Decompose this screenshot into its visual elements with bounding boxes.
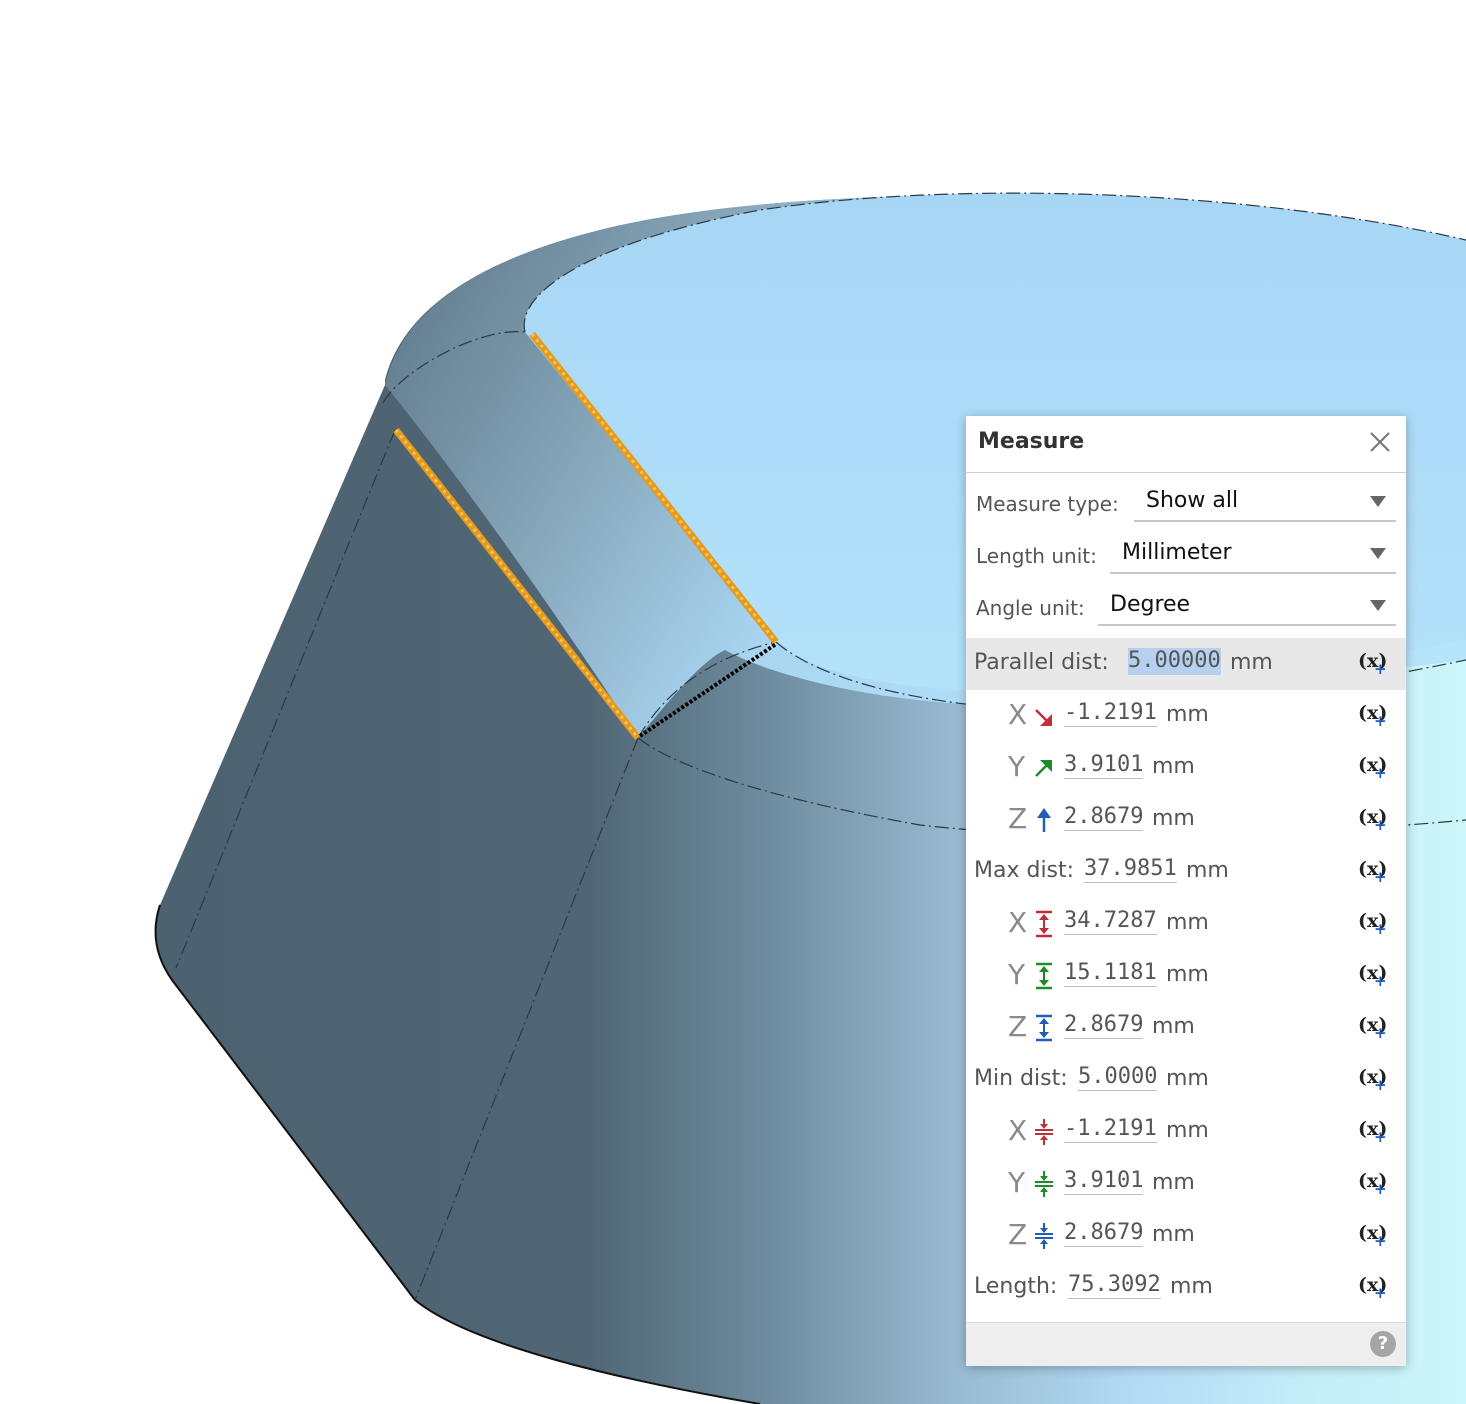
add-variable-button[interactable]: (x) + bbox=[1358, 754, 1390, 784]
chevron-down-icon bbox=[1370, 600, 1386, 611]
add-variable-button[interactable]: (x) + bbox=[1358, 858, 1390, 888]
measure-panel: Measure Measure type: Show all Length un… bbox=[966, 416, 1406, 1366]
unit-label: mm bbox=[1166, 910, 1209, 935]
max-distance-x-icon bbox=[1036, 910, 1052, 938]
add-variable-button[interactable]: (x) + bbox=[1358, 1222, 1390, 1252]
parallel-dist-row[interactable]: Parallel dist: 5.00000 mm (x) + bbox=[966, 638, 1406, 690]
axis-letter: X bbox=[1008, 906, 1028, 939]
add-variable-button[interactable]: (x) + bbox=[1358, 702, 1390, 732]
max-dist-row[interactable]: Max dist: 37.9851 mm (x) + bbox=[966, 846, 1406, 898]
measure-type-row: Measure type: Show all bbox=[966, 476, 1406, 528]
chevron-down-icon bbox=[1370, 496, 1386, 507]
max-distance-z-icon bbox=[1036, 1014, 1052, 1042]
parallel-y-value[interactable]: 3.9101 bbox=[1064, 752, 1144, 779]
angle-unit-value: Degree bbox=[1110, 592, 1191, 617]
add-variable-button[interactable]: (x) + bbox=[1358, 1066, 1390, 1096]
measure-type-label: Measure type: bbox=[976, 492, 1119, 516]
angle-unit-row: Angle unit: Degree bbox=[966, 580, 1406, 632]
parallel-y-row[interactable]: Y 3.9101 mm (x) + bbox=[966, 742, 1406, 794]
arrow-up-icon bbox=[1037, 808, 1051, 832]
add-variable-button[interactable]: (x) + bbox=[1358, 806, 1390, 836]
add-variable-button[interactable]: (x) + bbox=[1358, 1274, 1390, 1304]
add-variable-button[interactable]: (x) + bbox=[1358, 910, 1390, 940]
length-unit-row: Length unit: Millimeter bbox=[966, 528, 1406, 580]
min-z-row[interactable]: Z 2.8679 mm (x) + bbox=[966, 1210, 1406, 1262]
axis-letter: X bbox=[1008, 698, 1028, 731]
unit-label: mm bbox=[1152, 1170, 1195, 1195]
max-dist-value[interactable]: 37.9851 bbox=[1084, 856, 1177, 883]
min-dist-value[interactable]: 5.0000 bbox=[1078, 1064, 1158, 1091]
length-row[interactable]: Length: 75.3092 mm (x) + bbox=[966, 1262, 1406, 1314]
unit-label: mm bbox=[1166, 1066, 1209, 1091]
unit-label: mm bbox=[1166, 962, 1209, 987]
parallel-z-row[interactable]: Z 2.8679 mm (x) + bbox=[966, 794, 1406, 846]
max-x-row[interactable]: X 34.7287 mm (x) + bbox=[966, 898, 1406, 950]
max-z-row[interactable]: Z 2.8679 mm (x) + bbox=[966, 1002, 1406, 1054]
panel-footer: ? bbox=[966, 1322, 1406, 1366]
chevron-down-icon bbox=[1370, 548, 1386, 559]
measure-type-select[interactable]: Show all bbox=[1134, 480, 1396, 522]
unit-label: mm bbox=[1152, 1014, 1195, 1039]
panel-title: Measure bbox=[978, 429, 1085, 454]
parallel-dist-value[interactable]: 5.00000 bbox=[1128, 648, 1221, 675]
min-z-value[interactable]: 2.8679 bbox=[1064, 1220, 1144, 1247]
panel-header: Measure bbox=[966, 416, 1406, 473]
add-variable-button[interactable]: (x) + bbox=[1358, 650, 1390, 680]
min-dist-row[interactable]: Min dist: 5.0000 mm (x) + bbox=[966, 1054, 1406, 1106]
max-y-value[interactable]: 15.1181 bbox=[1064, 960, 1157, 987]
axis-letter: Y bbox=[1008, 1166, 1026, 1199]
unit-label: mm bbox=[1166, 1118, 1209, 1143]
min-distance-x-icon bbox=[1035, 1119, 1053, 1145]
arrow-down-right-icon bbox=[1035, 709, 1052, 726]
max-z-value[interactable]: 2.8679 bbox=[1064, 1012, 1144, 1039]
add-variable-button[interactable]: (x) + bbox=[1358, 962, 1390, 992]
unit-label: mm bbox=[1170, 1274, 1213, 1299]
min-distance-z-icon bbox=[1035, 1223, 1053, 1249]
axis-letter: Z bbox=[1008, 802, 1028, 835]
length-value[interactable]: 75.3092 bbox=[1068, 1272, 1161, 1299]
axis-letter: Y bbox=[1008, 750, 1026, 783]
length-unit-label: Length unit: bbox=[976, 544, 1097, 568]
unit-label: mm bbox=[1152, 754, 1195, 779]
min-y-row[interactable]: Y 3.9101 mm (x) + bbox=[966, 1158, 1406, 1210]
parallel-z-value[interactable]: 2.8679 bbox=[1064, 804, 1144, 831]
max-dist-label: Max dist: bbox=[974, 858, 1075, 883]
measure-type-value: Show all bbox=[1146, 488, 1239, 513]
max-y-row[interactable]: Y 15.1181 mm (x) + bbox=[966, 950, 1406, 1002]
axis-letter: X bbox=[1008, 1114, 1028, 1147]
help-icon[interactable]: ? bbox=[1370, 1331, 1396, 1357]
min-y-value[interactable]: 3.9101 bbox=[1064, 1168, 1144, 1195]
min-x-row[interactable]: X -1.2191 mm (x) + bbox=[966, 1106, 1406, 1158]
max-distance-y-icon bbox=[1036, 962, 1052, 990]
unit-label: mm bbox=[1152, 806, 1195, 831]
parallel-dist-label: Parallel dist: bbox=[974, 650, 1109, 675]
unit-label: mm bbox=[1230, 650, 1273, 675]
min-x-value[interactable]: -1.2191 bbox=[1064, 1116, 1157, 1143]
add-variable-button[interactable]: (x) + bbox=[1358, 1118, 1390, 1148]
axis-letter: Y bbox=[1008, 958, 1026, 991]
parallel-x-row[interactable]: X -1.2191 mm (x) + bbox=[966, 690, 1406, 742]
angle-unit-select[interactable]: Degree bbox=[1098, 584, 1396, 626]
arrow-up-right-icon bbox=[1035, 760, 1052, 777]
unit-label: mm bbox=[1152, 1222, 1195, 1247]
length-unit-value: Millimeter bbox=[1122, 540, 1232, 565]
min-distance-y-icon bbox=[1035, 1171, 1053, 1197]
unit-label: mm bbox=[1166, 702, 1209, 727]
min-dist-label: Min dist: bbox=[974, 1066, 1068, 1091]
unit-label: mm bbox=[1186, 858, 1229, 883]
add-variable-button[interactable]: (x) + bbox=[1358, 1170, 1390, 1200]
add-variable-button[interactable]: (x) + bbox=[1358, 1014, 1390, 1044]
parallel-x-value[interactable]: -1.2191 bbox=[1064, 700, 1157, 727]
max-x-value[interactable]: 34.7287 bbox=[1064, 908, 1157, 935]
length-label: Length: bbox=[974, 1274, 1058, 1299]
length-unit-select[interactable]: Millimeter bbox=[1110, 532, 1396, 574]
axis-letter: Z bbox=[1008, 1218, 1028, 1251]
axis-letter: Z bbox=[1008, 1010, 1028, 1043]
close-icon[interactable] bbox=[1368, 430, 1392, 454]
angle-unit-label: Angle unit: bbox=[976, 596, 1085, 620]
